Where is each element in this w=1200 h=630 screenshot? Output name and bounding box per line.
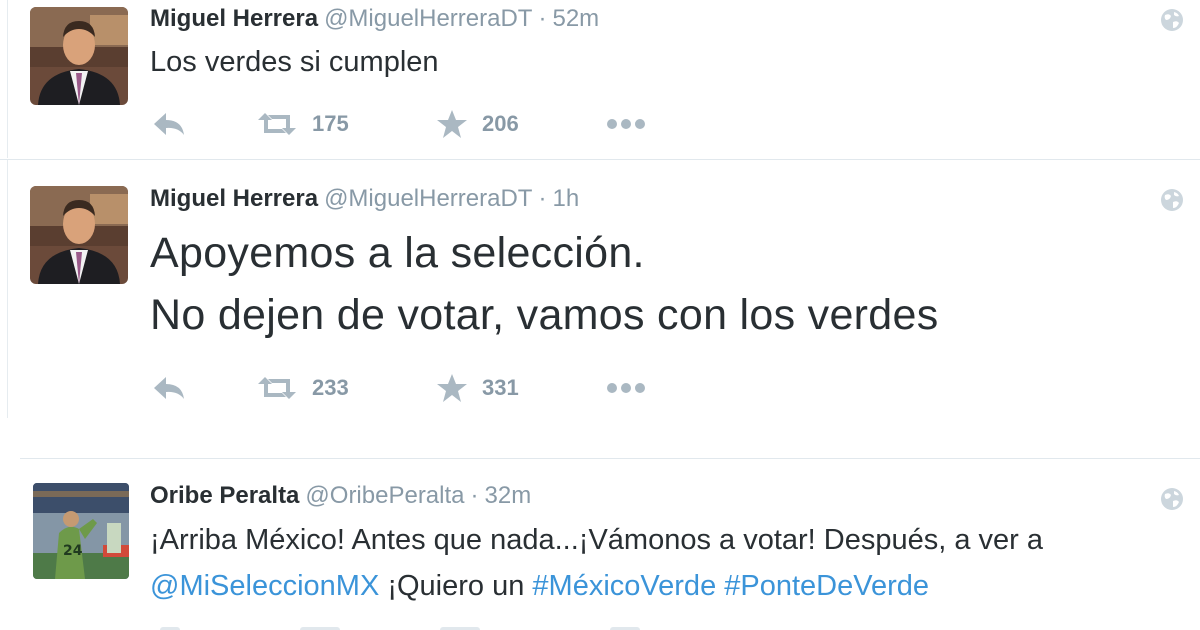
more-button[interactable] (606, 108, 646, 140)
favorite-star-icon (437, 374, 467, 402)
separator-dot: · (538, 185, 547, 212)
tweet-header: Miguel Herrera @MiguelHerreraDT · 1h (150, 185, 579, 213)
retweet-button[interactable]: 233 (256, 372, 349, 404)
mention-link[interactable]: @MiSeleccionMX (150, 570, 379, 602)
author-name[interactable]: Miguel Herrera (150, 185, 318, 212)
tweet-header: Miguel Herrera @MiguelHerreraDT · 52m (150, 5, 599, 33)
avatar[interactable]: 24 (33, 483, 129, 579)
timeline-rule (7, 0, 8, 158)
soccer-player-avatar: 24 (33, 483, 129, 579)
favorite-button[interactable]: 206 (436, 108, 519, 140)
favorite-count: 331 (482, 375, 519, 400)
svg-text:24: 24 (63, 543, 83, 559)
tweet-actions: 175 206 (150, 108, 850, 140)
globe-icon (1161, 9, 1183, 31)
retweet-count: 175 (312, 111, 349, 136)
more-button[interactable] (606, 372, 646, 404)
globe-icon (1161, 189, 1183, 211)
tweet-3[interactable]: 24 Oribe Peralta @OribePeralta · 32m ¡Arrib… (0, 459, 1200, 630)
author-name[interactable]: Miguel Herrera (150, 5, 318, 32)
tweet-2[interactable]: Miguel Herrera @MiguelHerreraDT · 1h Apoyem… (0, 160, 1200, 418)
tweet-actions: 233 331 (150, 372, 850, 404)
tweet-actions-partial (150, 623, 850, 630)
timestamp[interactable]: 32m (485, 482, 532, 509)
suited-man-avatar (30, 7, 128, 105)
retweet-icon (258, 377, 296, 399)
retweet-count: 233 (312, 375, 349, 400)
tweet-text: Apoyemos a la selección. No dejen de vot… (150, 222, 939, 346)
retweet-icon (258, 113, 296, 135)
tweet-text-line: Apoyemos a la selección. (150, 229, 645, 277)
separator-dot: · (538, 5, 547, 32)
favorite-count: 206 (482, 111, 519, 136)
globe-icon (1161, 488, 1183, 510)
hashtag-link[interactable]: #MéxicoVerde (532, 570, 716, 602)
tweet-1[interactable]: Miguel Herrera @MiguelHerreraDT · 52m Los v… (0, 0, 1200, 158)
timestamp[interactable]: 1h (552, 185, 579, 212)
tweet-text-line: Los verdes si cumplen (150, 46, 439, 78)
tweet-text: ¡Arriba México! Antes que nada...¡Vámono… (150, 517, 1043, 609)
author-handle[interactable]: @MiguelHerreraDT (324, 5, 532, 32)
tweet-text-line: @MiSeleccionMX ¡Quiero un #MéxicoVerde #… (150, 563, 1043, 609)
tweet-text-line: ¡Arriba México! Antes que nada...¡Vámono… (150, 524, 1044, 556)
reply-button[interactable] (152, 372, 186, 404)
hashtag-link[interactable]: #PonteDeVerde (724, 570, 929, 602)
reply-button[interactable] (152, 108, 186, 140)
timeline-rule (7, 160, 8, 418)
tweet-text: Los verdes si cumplen (150, 42, 439, 82)
more-icon (607, 383, 645, 393)
favorite-button[interactable]: 331 (436, 372, 519, 404)
tweet-text-fragment: ¡Quiero un (379, 570, 533, 602)
reply-icon (154, 113, 184, 135)
author-name[interactable]: Oribe Peralta (150, 482, 299, 509)
suited-man-avatar (30, 186, 128, 284)
avatar[interactable] (30, 186, 128, 284)
avatar[interactable] (30, 7, 128, 105)
separator-dot: · (470, 482, 479, 509)
author-handle[interactable]: @MiguelHerreraDT (324, 185, 532, 212)
retweet-button[interactable]: 175 (256, 108, 349, 140)
more-icon (607, 119, 645, 129)
timestamp[interactable]: 52m (552, 5, 599, 32)
tweet-text-line: No dejen de votar, vamos con los verdes (150, 291, 939, 339)
tweet-header: Oribe Peralta @OribePeralta · 32m (150, 482, 531, 510)
author-handle[interactable]: @OribePeralta (305, 482, 464, 509)
reply-icon (154, 377, 184, 399)
favorite-star-icon (437, 110, 467, 138)
